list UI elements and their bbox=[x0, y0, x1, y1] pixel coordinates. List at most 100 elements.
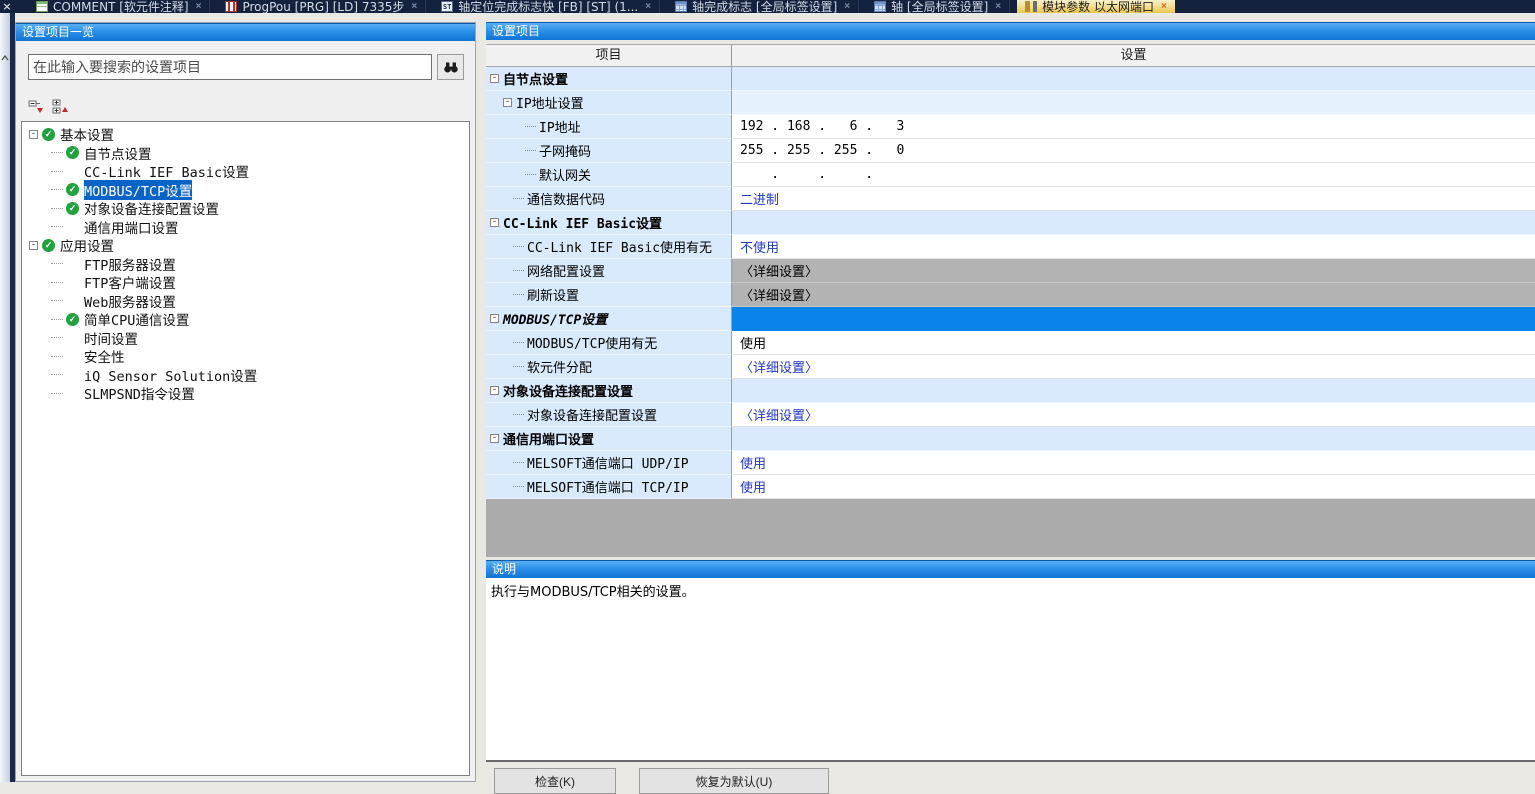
tree-item[interactable]: CC-Link IEF Basic设置 bbox=[22, 162, 469, 181]
setting-value-cell[interactable]: 255 . 255 . 255 . 0 bbox=[732, 139, 1535, 163]
st-icon: ST bbox=[441, 1, 453, 12]
tree-item[interactable]: -✓基本设置 bbox=[22, 125, 469, 144]
expander-icon[interactable]: - bbox=[503, 98, 512, 107]
tree-guide bbox=[51, 319, 63, 320]
close-icon[interactable]: × bbox=[844, 0, 850, 13]
tab-document[interactable]: 轴 [全局标签设置]× bbox=[866, 0, 1010, 13]
setting-item-cell[interactable]: -MODBUS/TCP设置 bbox=[486, 307, 732, 331]
setting-item-cell[interactable]: -CC-Link IEF Basic设置 bbox=[486, 211, 732, 235]
tree-item[interactable]: -✓应用设置 bbox=[22, 236, 469, 255]
setting-value-cell[interactable]: 〈详细设置〉 bbox=[732, 259, 1535, 283]
check-icon: ✓ bbox=[66, 183, 79, 196]
setting-item-label: 对象设备连接配置设置 bbox=[503, 381, 633, 400]
tab-document[interactable]: COMMENT [软元件注释]× bbox=[28, 0, 210, 13]
setting-value-cell[interactable]: . . . bbox=[732, 163, 1535, 187]
setting-item-cell[interactable]: MODBUS/TCP使用有无 bbox=[486, 331, 732, 355]
tab-active[interactable]: 模块参数 以太网端口× bbox=[1017, 0, 1175, 13]
document-tab-bar: × COMMENT [软元件注释]× ProgPou [PRG] [LD] 733… bbox=[0, 0, 1535, 13]
tree-guide bbox=[51, 189, 63, 190]
close-icon[interactable]: × bbox=[0, 0, 14, 13]
setting-item-cell[interactable]: 对象设备连接配置设置 bbox=[486, 403, 732, 427]
setting-item-cell[interactable]: IP地址 bbox=[486, 115, 732, 139]
expander-icon[interactable]: - bbox=[490, 386, 499, 395]
find-button[interactable] bbox=[437, 54, 464, 80]
setting-value-cell[interactable]: 〈详细设置〉 bbox=[732, 403, 1535, 427]
module-icon bbox=[1025, 1, 1037, 12]
tree-item[interactable]: FTP客户端设置 bbox=[22, 273, 469, 292]
setting-item-cell[interactable]: MELSOFT通信端口 UDP/IP bbox=[486, 451, 732, 475]
tree-item[interactable]: ✓对象设备连接配置设置 bbox=[22, 199, 469, 218]
table-row: -通信用端口设置 bbox=[486, 427, 1535, 451]
setting-value-cell[interactable]: 192 . 168 . 6 . 3 bbox=[732, 115, 1535, 139]
tree-item-label: 基本设置 bbox=[60, 124, 114, 144]
tree-guide bbox=[513, 414, 524, 415]
tree-item[interactable]: 时间设置 bbox=[22, 329, 469, 348]
tree-item-label: 安全性 bbox=[84, 346, 125, 366]
table-row: -IP地址设置 bbox=[486, 91, 1535, 115]
expander-icon[interactable]: - bbox=[29, 130, 38, 139]
restore-default-button[interactable]: 恢复为默认(U) bbox=[639, 768, 829, 794]
tree-item[interactable]: ✓简单CPU通信设置 bbox=[22, 310, 469, 329]
tab-label: 轴定位完成标志快 [FB] [ST] (1... bbox=[458, 0, 638, 13]
tree-guide bbox=[525, 150, 536, 151]
setting-value-cell[interactable]: 〈详细设置〉 bbox=[732, 283, 1535, 307]
setting-value-cell[interactable]: 使用 bbox=[732, 451, 1535, 475]
tree-item[interactable]: FTP服务器设置 bbox=[22, 255, 469, 274]
tab-document[interactable]: ProgPou [PRG] [LD] 7335步× bbox=[217, 0, 426, 13]
close-icon[interactable]: × bbox=[995, 0, 1001, 13]
setting-item-cell[interactable]: 刷新设置 bbox=[486, 283, 732, 307]
setting-item-cell[interactable]: CC-Link IEF Basic使用有无 bbox=[486, 235, 732, 259]
close-icon[interactable]: × bbox=[1161, 0, 1167, 13]
setting-item-cell[interactable]: -对象设备连接配置设置 bbox=[486, 379, 732, 403]
close-icon[interactable]: × bbox=[411, 0, 417, 13]
expander-icon[interactable]: - bbox=[29, 241, 38, 250]
chevron-up-icon bbox=[0, 53, 10, 63]
expander-icon[interactable]: - bbox=[490, 74, 499, 83]
tree-item[interactable]: SLMPSND指令设置 bbox=[22, 384, 469, 403]
setting-value-cell[interactable]: 不使用 bbox=[732, 235, 1535, 259]
tree-item[interactable]: 通信用端口设置 bbox=[22, 218, 469, 237]
tree-item[interactable]: ✓MODBUS/TCP设置 bbox=[22, 181, 469, 200]
close-icon[interactable]: × bbox=[196, 0, 202, 13]
description-text: 执行与MODBUS/TCP相关的设置。 bbox=[491, 581, 1530, 600]
tab-label: 轴完成标志 [全局标签设置] bbox=[692, 0, 837, 13]
tree-item[interactable]: Web服务器设置 bbox=[22, 292, 469, 311]
setting-value-cell[interactable]: 〈详细设置〉 bbox=[732, 355, 1535, 379]
setting-item-cell[interactable]: 网络配置设置 bbox=[486, 259, 732, 283]
setting-value-cell[interactable]: 二进制 bbox=[732, 187, 1535, 211]
collapse-all-button[interactable] bbox=[28, 99, 46, 116]
tree-guide bbox=[51, 263, 63, 264]
table-row: -MODBUS/TCP设置 bbox=[486, 307, 1535, 331]
tree-item[interactable]: iQ Sensor Solution设置 bbox=[22, 366, 469, 385]
check-button[interactable]: 检查(K) bbox=[494, 768, 616, 794]
tree-item-label: 时间设置 bbox=[84, 328, 138, 348]
setting-item-cell[interactable]: -通信用端口设置 bbox=[486, 427, 732, 451]
description-title: 说明 bbox=[486, 560, 1535, 578]
setting-value-cell[interactable]: 使用 bbox=[732, 331, 1535, 355]
expander-icon[interactable]: - bbox=[490, 218, 499, 227]
binoculars-icon bbox=[443, 59, 459, 75]
setting-item-cell[interactable]: 子网掩码 bbox=[486, 139, 732, 163]
tree-item-label: Web服务器设置 bbox=[84, 291, 176, 311]
expander-icon[interactable]: - bbox=[490, 314, 499, 323]
setting-item-cell[interactable]: MELSOFT通信端口 TCP/IP bbox=[486, 475, 732, 499]
tree-item[interactable]: 安全性 bbox=[22, 347, 469, 366]
tree-item[interactable]: ✓自节点设置 bbox=[22, 144, 469, 163]
setting-value-cell[interactable]: 使用 bbox=[732, 475, 1535, 499]
tree-guide bbox=[513, 462, 524, 463]
setting-item-cell[interactable]: 通信数据代码 bbox=[486, 187, 732, 211]
tree-guide bbox=[525, 174, 536, 175]
tree-item-label: 应用设置 bbox=[60, 235, 114, 255]
setting-item-cell[interactable]: -IP地址设置 bbox=[486, 91, 732, 115]
close-icon[interactable]: × bbox=[645, 0, 651, 13]
setting-item-cell[interactable]: 软元件分配 bbox=[486, 355, 732, 379]
search-input[interactable] bbox=[28, 54, 432, 80]
description-box: 执行与MODBUS/TCP相关的设置。 bbox=[486, 578, 1535, 762]
expand-all-button[interactable] bbox=[52, 99, 70, 116]
tab-document[interactable]: 轴完成标志 [全局标签设置] × bbox=[667, 0, 859, 13]
collapsed-panel-strip[interactable] bbox=[0, 13, 10, 782]
expander-icon[interactable]: - bbox=[490, 434, 499, 443]
setting-item-cell[interactable]: -自节点设置 bbox=[486, 67, 732, 91]
setting-item-cell[interactable]: 默认网关 bbox=[486, 163, 732, 187]
tab-document[interactable]: ST 轴定位完成标志快 [FB] [ST] (1... × bbox=[433, 0, 660, 13]
